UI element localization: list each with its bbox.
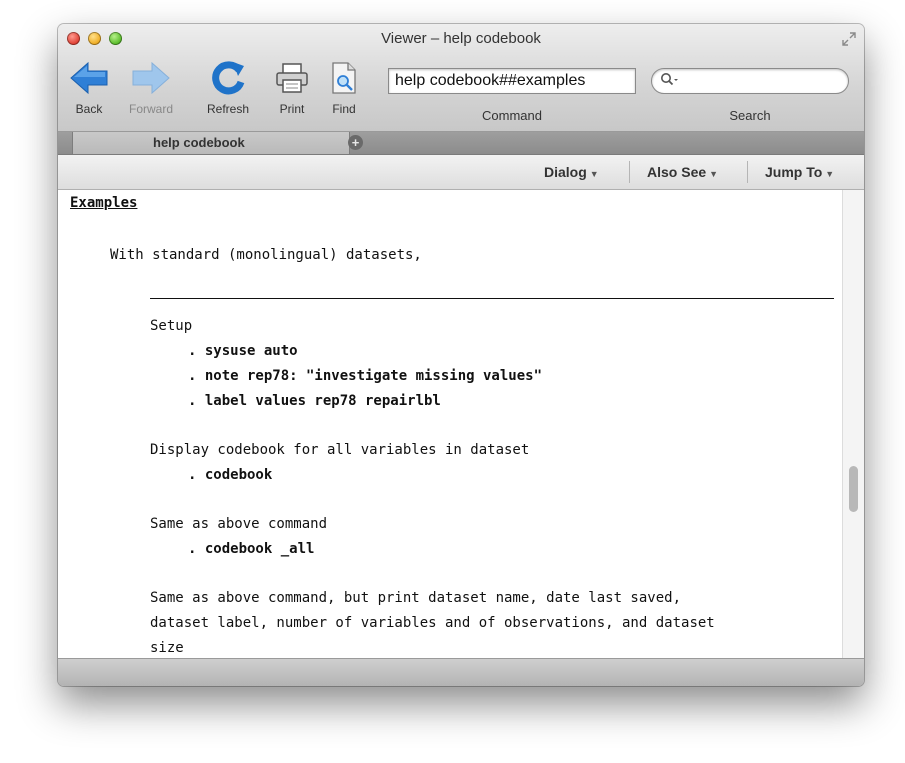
refresh-button[interactable]: Refresh (198, 56, 258, 116)
chevron-down-icon: ▼ (589, 169, 599, 179)
example-command-link[interactable]: . codebook _all (188, 541, 314, 557)
jump-to-menu-label: Jump To (765, 164, 823, 180)
forward-arrow-icon (132, 61, 170, 95)
find-label: Find (332, 102, 356, 116)
example-command-link[interactable]: . note rep78: "investigate missing value… (188, 368, 542, 384)
search-input[interactable] (651, 68, 849, 94)
vertical-scrollbar[interactable] (842, 190, 864, 658)
jump-to-menu[interactable]: Jump To ▼ (765, 164, 834, 180)
find-button[interactable]: Find (326, 56, 362, 116)
viewer-window: Viewer – help codebook Back Forward Refr… (58, 24, 864, 686)
help-content: Examples With standard (monolingual) dat… (58, 190, 864, 658)
status-bar (58, 658, 864, 686)
magnifier-icon[interactable] (660, 72, 680, 91)
command-input[interactable] (388, 68, 636, 94)
refresh-label: Refresh (206, 102, 250, 116)
back-button[interactable]: Back (66, 56, 112, 116)
back-arrow-icon (70, 61, 108, 95)
search-label: Search (729, 108, 771, 123)
also-see-menu-label: Also See (647, 164, 707, 180)
refresh-icon (212, 61, 245, 95)
scrollbar-thumb[interactable] (849, 466, 858, 512)
menu-divider (629, 161, 630, 183)
help-menu-bar: Dialog ▼ Also See ▼ Jump To ▼ (58, 155, 864, 190)
chevron-down-icon: ▼ (825, 169, 835, 179)
command-label: Command (482, 108, 542, 123)
print-label: Print (279, 102, 305, 116)
fullscreen-icon[interactable] (842, 32, 856, 46)
forward-button[interactable]: Forward (120, 56, 182, 116)
also-see-menu[interactable]: Also See ▼ (647, 164, 718, 180)
examples-heading[interactable]: Examples (70, 195, 137, 211)
example-description: dataset label, number of variables and o… (150, 615, 715, 631)
example-command-link[interactable]: . sysuse auto (188, 343, 298, 359)
plus-icon[interactable]: + (348, 135, 363, 150)
setup-label: Setup (150, 318, 193, 334)
tab-bar: help codebook + (58, 132, 864, 155)
printer-icon (276, 63, 308, 93)
print-button[interactable]: Print (272, 56, 312, 116)
menu-divider (747, 161, 748, 183)
example-command-link[interactable]: . codebook (188, 467, 272, 483)
chevron-down-icon: ▼ (709, 169, 719, 179)
example-description: Same as above command (150, 516, 328, 532)
window-title: Viewer – help codebook (381, 30, 541, 47)
forward-label: Forward (128, 102, 173, 116)
example-description: size (150, 640, 184, 656)
dialog-menu[interactable]: Dialog ▼ (544, 164, 599, 180)
section-rule (150, 298, 834, 299)
find-document-icon (332, 62, 356, 94)
tab-help-codebook[interactable]: help codebook (72, 132, 350, 154)
back-label: Back (75, 102, 103, 116)
dialog-menu-label: Dialog (544, 164, 587, 180)
title-bar: Viewer – help codebook Back Forward Refr… (58, 24, 864, 132)
example-command-link[interactable]: . label values rep78 repairlbl (188, 393, 441, 409)
intro-text: With standard (monolingual) datasets, (110, 247, 422, 263)
example-description: Display codebook for all variables in da… (150, 442, 530, 458)
example-description: Same as above command, but print dataset… (150, 590, 682, 606)
